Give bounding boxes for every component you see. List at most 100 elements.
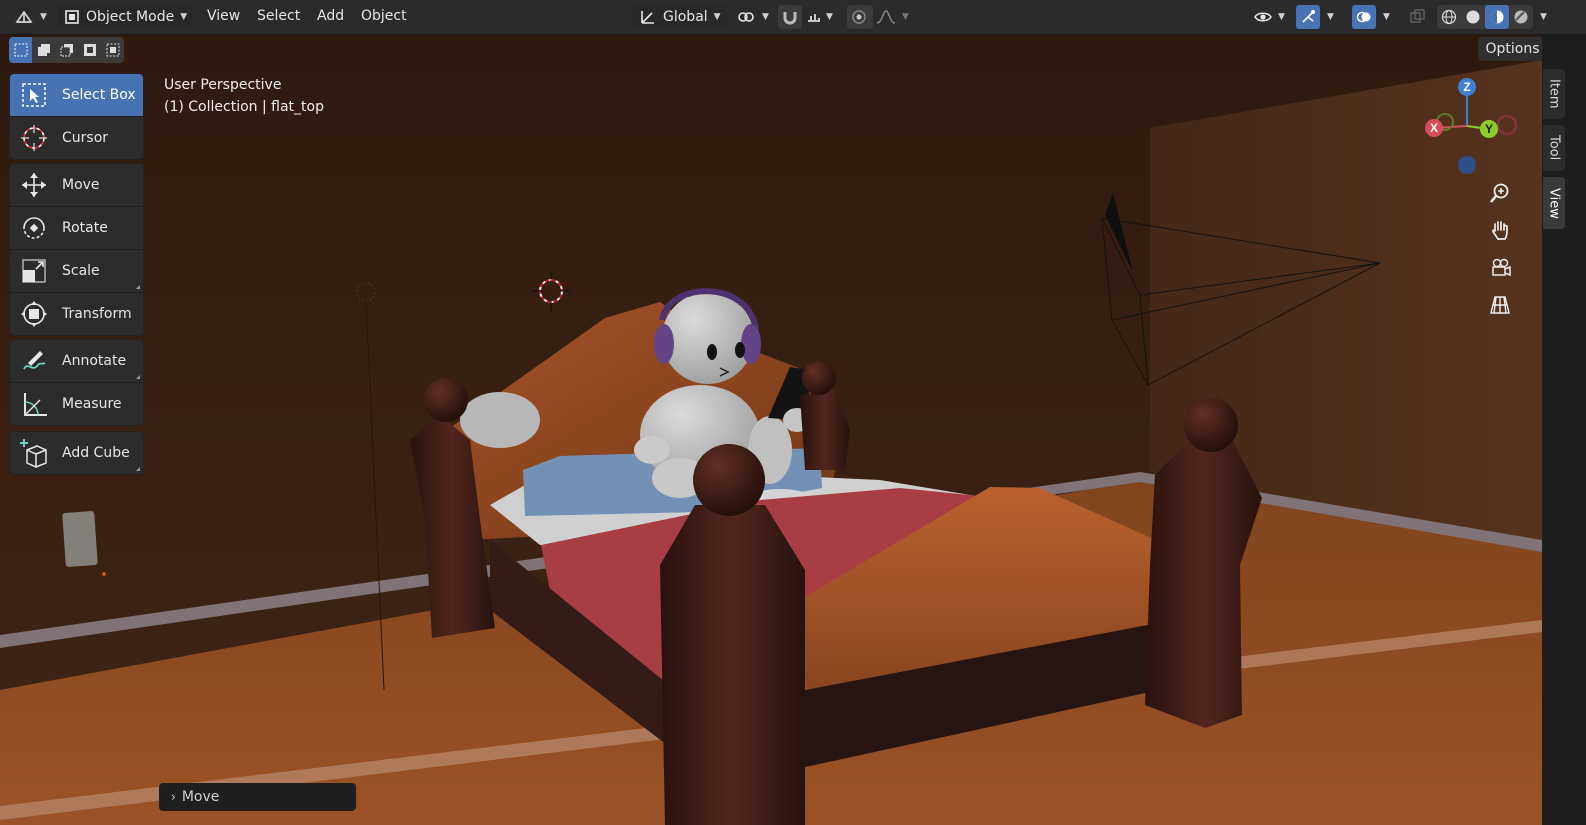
scene-render	[0, 35, 1542, 825]
pivot-link-icon	[736, 8, 756, 26]
3d-viewport-icon	[14, 8, 34, 26]
select-box-icon	[18, 79, 50, 111]
annotate-icon	[18, 345, 50, 377]
tool-rotate[interactable]: Rotate	[10, 207, 143, 250]
proportional-edit-button[interactable]	[847, 5, 871, 29]
sidebar-tabs: Item Tool View	[1542, 35, 1586, 825]
tool-label: Add Cube	[62, 445, 130, 461]
last-operator-panel[interactable]: › Move	[159, 783, 356, 811]
gizmo-toggle-button[interactable]	[1296, 5, 1320, 29]
menu-object[interactable]: Object	[361, 8, 407, 24]
chevron-down-icon[interactable]: ▼	[1327, 12, 1334, 22]
shading-rendered-button[interactable]	[1509, 5, 1533, 29]
options-label: Options	[1485, 41, 1540, 57]
shading-material-button[interactable]	[1485, 5, 1509, 29]
editor-type-button[interactable]: ▼	[14, 5, 47, 29]
solid-sphere-icon	[1465, 9, 1481, 25]
toolbar-group-add: Add Cube	[10, 432, 143, 474]
select-invert-button[interactable]	[78, 37, 101, 63]
proportional-edit-toggle[interactable]	[847, 5, 873, 29]
3d-viewport[interactable]	[0, 35, 1542, 825]
toolbar-group-transform: Move Rotate Scale Transform	[10, 164, 143, 335]
snap-target-dropdown[interactable]	[802, 5, 826, 29]
rendered-sphere-icon	[1513, 9, 1529, 25]
zoom-button[interactable]	[1484, 177, 1516, 209]
tab-view[interactable]: View	[1543, 177, 1565, 229]
tool-label: Move	[62, 177, 100, 193]
gizmo-z-label: Z	[1463, 80, 1470, 94]
select-intersect-icon	[105, 42, 121, 58]
grid-perspective-icon	[1489, 294, 1511, 316]
scale-icon	[18, 255, 50, 287]
transform-icon	[18, 298, 50, 330]
last-operator-label: Move	[181, 789, 220, 805]
tool-label: Measure	[62, 396, 122, 412]
menu-select[interactable]: Select	[257, 8, 300, 24]
navigation-gizmo[interactable]: Z X Y	[1418, 74, 1518, 184]
transform-orientation-dropdown[interactable]: Global ▼	[633, 5, 727, 29]
collection-label: (1) Collection | flat_top	[164, 99, 324, 115]
select-invert-icon	[82, 42, 98, 58]
visibility-dropdown[interactable]: ▼	[1254, 5, 1285, 29]
mode-label: Object Mode	[86, 9, 175, 25]
more-tools-indicator	[136, 467, 140, 471]
chevron-down-icon: ▼	[1278, 12, 1285, 22]
camera-icon	[1489, 257, 1511, 279]
falloff-dropdown[interactable]: ▼	[876, 5, 909, 29]
tool-label: Scale	[62, 263, 100, 279]
tool-annotate[interactable]: Annotate	[10, 340, 143, 383]
tab-tool[interactable]: Tool	[1543, 125, 1565, 171]
zoom-icon	[1489, 182, 1511, 204]
cursor-icon	[18, 122, 50, 154]
rotate-icon	[18, 212, 50, 244]
xray-toggle[interactable]	[1409, 5, 1427, 29]
tool-measure[interactable]: Measure	[10, 383, 143, 425]
tool-select-box[interactable]: Select Box	[10, 74, 143, 117]
snap-toggle[interactable]	[778, 5, 802, 29]
move-icon	[18, 169, 50, 201]
select-extend-button[interactable]	[32, 37, 55, 63]
pivot-point-dropdown[interactable]: ▼	[736, 5, 769, 29]
tool-label: Annotate	[62, 353, 127, 369]
pan-button[interactable]	[1484, 214, 1516, 246]
gizmo-toggle[interactable]	[1296, 5, 1320, 29]
menu-view[interactable]: View	[207, 8, 240, 24]
add-cube-icon	[18, 437, 50, 469]
shading-wireframe-button[interactable]	[1437, 5, 1461, 29]
more-tools-indicator	[136, 375, 140, 379]
chevron-down-icon: ▼	[762, 12, 769, 22]
mode-dropdown[interactable]: Object Mode ▼	[58, 5, 194, 29]
select-new-button[interactable]	[9, 37, 32, 63]
tool-scale[interactable]: Scale	[10, 250, 143, 293]
select-subtract-icon	[59, 42, 75, 58]
menu-add[interactable]: Add	[317, 8, 344, 24]
chevron-right-icon: ›	[171, 790, 176, 804]
snapping-group: ▼	[778, 5, 838, 29]
hand-icon	[1489, 219, 1511, 241]
chevron-down-icon[interactable]: ▼	[1540, 12, 1547, 22]
tool-label: Cursor	[62, 130, 109, 146]
tool-transform[interactable]: Transform	[10, 293, 143, 335]
toolbar-group-annotate: Annotate Measure	[10, 340, 143, 425]
select-new-icon	[13, 42, 29, 58]
chevron-down-icon[interactable]: ▼	[1383, 12, 1390, 22]
overlays-toggle-button[interactable]	[1352, 5, 1376, 29]
tool-move[interactable]: Move	[10, 164, 143, 207]
camera-view-button[interactable]	[1484, 252, 1516, 284]
gizmo-y-label: Y	[1485, 122, 1493, 136]
perspective-toggle-button[interactable]	[1484, 289, 1516, 321]
falloff-curve-icon	[876, 9, 896, 25]
tool-add-cube[interactable]: Add Cube	[10, 432, 143, 474]
overlays-toggle[interactable]	[1352, 5, 1376, 29]
shading-solid-button[interactable]	[1461, 5, 1485, 29]
perspective-label: User Perspective	[164, 77, 282, 93]
snap-grid-icon	[806, 9, 822, 25]
tool-cursor[interactable]: Cursor	[10, 117, 143, 159]
wireframe-sphere-icon	[1441, 9, 1457, 25]
tool-label: Rotate	[62, 220, 108, 236]
measure-icon	[18, 388, 50, 420]
tab-item[interactable]: Item	[1543, 69, 1565, 119]
select-subtract-button[interactable]	[55, 37, 78, 63]
select-intersect-button[interactable]	[101, 37, 124, 63]
chevron-down-icon: ▼	[902, 12, 909, 22]
